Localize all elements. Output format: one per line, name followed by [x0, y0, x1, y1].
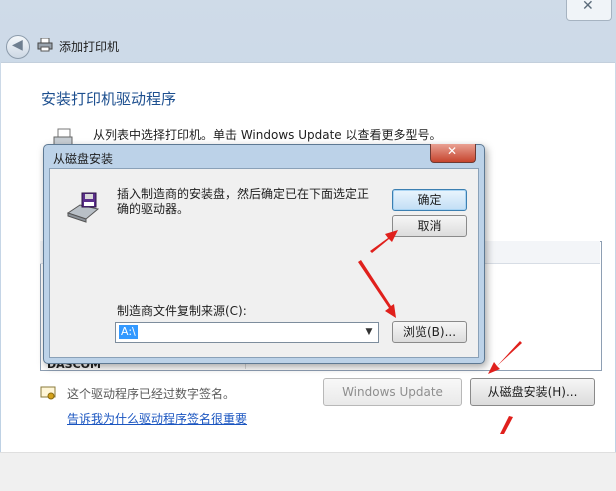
floppy-drive-icon [66, 192, 100, 223]
back-arrow-icon: ◀ [12, 37, 23, 53]
signature-status: 这个驱动程序已经过数字签名。 [67, 387, 236, 401]
source-label: 制造商文件复制来源(C): [117, 304, 247, 318]
dialog-close-button[interactable]: ✕ [430, 144, 476, 163]
signature-help-link[interactable]: 告诉我为什么驱动程序签名很重要 [67, 410, 247, 427]
windows-update-button[interactable]: Windows Update [323, 378, 462, 406]
dialog-message: 插入制造商的安装盘，然后确定已在下面选定正确的驱动器。 [117, 187, 370, 216]
close-icon: ✕ [447, 144, 458, 158]
source-path-value[interactable]: A:\ [119, 325, 138, 339]
page-heading: 安装打印机驱动程序 [41, 90, 177, 108]
source-path-combobox[interactable]: A:\ ▼ [115, 322, 379, 343]
cancel-button[interactable]: 取消 [392, 215, 467, 237]
instruction-text: 从列表中选择打印机。单击 Windows Update 以查看更多型号。 [93, 128, 442, 142]
back-button[interactable]: ◀ [6, 35, 30, 59]
close-icon: ✕ [582, 0, 594, 14]
window-close-button[interactable]: ✕ [566, 0, 612, 21]
browse-button[interactable]: 浏览(B)... [392, 321, 467, 343]
ok-button[interactable]: 确定 [392, 189, 467, 211]
dialog-title: 从磁盘安装 [53, 152, 114, 166]
chevron-down-icon[interactable]: ▼ [362, 324, 376, 340]
wizard-footer [0, 452, 616, 491]
have-disk-button[interactable]: 从磁盘安装(H)... [470, 378, 595, 406]
certificate-icon [40, 386, 56, 400]
window-title: 添加打印机 [59, 40, 120, 54]
printer-icon [37, 38, 53, 52]
